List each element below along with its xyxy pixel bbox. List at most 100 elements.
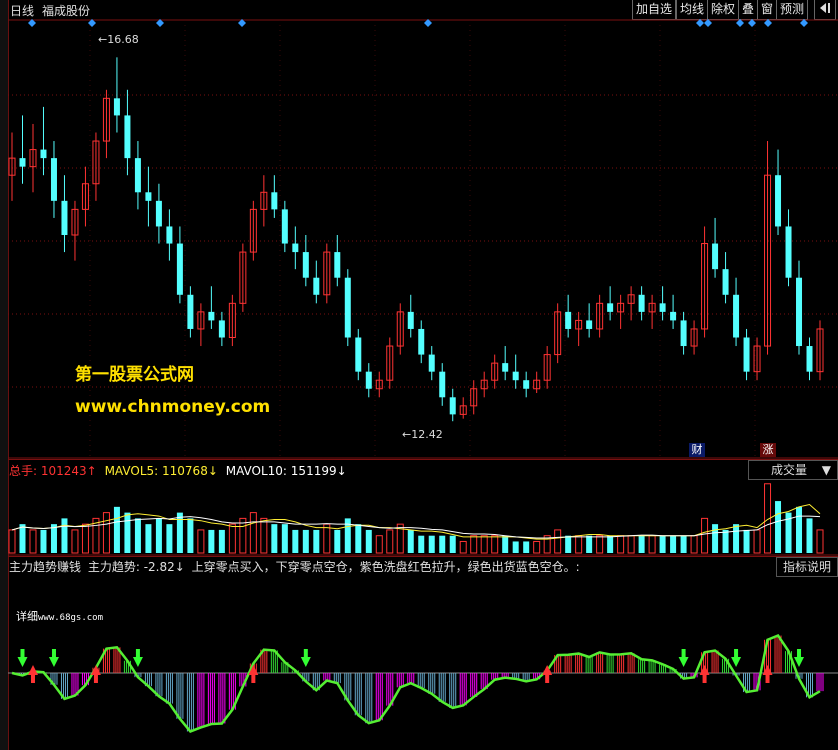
candle-body — [344, 277, 351, 338]
buy-arrow-icon — [251, 675, 256, 683]
volume-bar — [375, 535, 383, 554]
candle-body — [796, 277, 803, 347]
candle-body — [145, 192, 152, 201]
volume-bar — [313, 529, 320, 553]
volume-bar — [554, 529, 562, 554]
trend-label: 主力趋势: — [87, 560, 140, 574]
indicator-dropdown[interactable]: 成交量 ▼ — [748, 460, 838, 480]
mavol10-line — [11, 515, 821, 539]
candle-body — [187, 294, 194, 329]
finance-marker[interactable]: 财 — [689, 443, 705, 457]
volume-bar — [712, 524, 719, 553]
candle-body — [523, 380, 530, 389]
volume-bar — [617, 535, 625, 554]
volume-bar — [439, 535, 446, 553]
volume-bar — [680, 535, 687, 553]
trend-line — [11, 633, 821, 733]
indicator-help-button[interactable]: 指标说明 — [776, 557, 838, 577]
volume-bar — [40, 529, 47, 553]
volume-bar — [449, 535, 456, 553]
volume-bar — [470, 535, 478, 554]
trend-value: -2.82↓ — [143, 560, 185, 574]
candle-body — [638, 294, 645, 312]
watermark-title: 第一股票公式网 — [75, 365, 194, 385]
candle-body — [680, 320, 687, 347]
volume-bar — [208, 529, 215, 553]
volume-header: 总手: 101243↑ MAVOL5: 110768↓ MAVOL10: 151… — [9, 462, 347, 479]
volume-bar — [659, 535, 666, 553]
candle-body — [439, 371, 446, 398]
mavol5-label: MAVOL5: — [104, 464, 159, 478]
volume-bar — [648, 535, 656, 554]
sell-arrow-icon — [678, 657, 689, 667]
volume-bar — [113, 506, 120, 553]
volume-bar — [607, 535, 614, 553]
indicator-header: 主力趋势赚钱 主力趋势: -2.82↓ 上穿零点买入，下穿零点空仓，紫色洗盘红色… — [9, 558, 580, 575]
volume-bar — [638, 535, 645, 553]
left-arrow-icon: ← — [402, 428, 412, 441]
volume-bar — [29, 529, 37, 554]
mavol5-line — [11, 503, 821, 540]
high-price-label: ←16.68 — [98, 33, 139, 46]
volume-bar — [218, 529, 225, 553]
volume-bar — [775, 501, 782, 553]
volume-bar — [491, 535, 499, 554]
volume-bar — [50, 524, 57, 553]
divider — [8, 459, 838, 460]
volume-bar — [701, 517, 709, 554]
volume-bar — [596, 535, 604, 554]
volume-bar — [302, 529, 309, 553]
sell-arrow-icon — [17, 657, 28, 667]
volume-bar — [806, 518, 813, 553]
volume-bar — [134, 518, 141, 553]
volume-bar — [71, 529, 79, 554]
buy-arrow-icon — [765, 675, 770, 683]
candle-body — [355, 337, 362, 372]
candle-body — [271, 192, 278, 210]
buy-arrow-icon — [30, 675, 35, 683]
sell-arrow-icon — [48, 657, 59, 667]
detail-link[interactable]: 详细www.68gs.com — [16, 608, 103, 624]
total-value: 101243↑ — [40, 464, 97, 478]
volume-bar — [480, 535, 488, 554]
volume-bar — [228, 523, 236, 554]
volume-bar — [743, 529, 750, 553]
sell-arrow-icon — [135, 649, 140, 657]
candle-body — [50, 158, 57, 201]
total-label: 总手: — [9, 464, 38, 478]
volume-bar — [753, 529, 761, 554]
watermark-url: www.chnmoney.com — [75, 397, 271, 417]
buy-arrow-icon — [545, 675, 550, 683]
candle-body — [449, 397, 456, 415]
volume-bar — [512, 541, 519, 553]
candle-body — [586, 320, 593, 329]
volume-bar — [523, 541, 530, 553]
volume-bar — [796, 506, 803, 553]
volume-bar — [81, 523, 89, 554]
volume-bar — [428, 535, 435, 553]
rise-marker[interactable]: 涨 — [760, 443, 776, 457]
sell-arrow-icon — [20, 649, 25, 657]
candle-body — [113, 98, 120, 116]
volume-bar — [407, 529, 414, 553]
mavol10-label: MAVOL10: — [225, 464, 287, 478]
candle-body — [176, 243, 183, 295]
candle-body — [334, 252, 341, 278]
mavol5-value: 110768↓ — [162, 464, 218, 478]
volume-bar — [586, 535, 593, 553]
volume-bar — [733, 524, 740, 553]
candle-body — [607, 303, 614, 312]
volume-bar — [239, 517, 247, 554]
indicator-name: 主力趋势赚钱 — [9, 560, 82, 574]
divider — [8, 556, 838, 557]
mavol10-value: 151199↓ — [290, 464, 347, 478]
candle-body — [208, 311, 215, 321]
candle-body — [722, 269, 729, 295]
candle-body — [565, 311, 572, 329]
left-arrow-icon: ← — [98, 33, 108, 46]
volume-bar — [8, 529, 16, 554]
candle-body — [313, 277, 320, 295]
sell-arrow-icon — [731, 657, 742, 667]
candle-body — [155, 200, 162, 227]
candle-body — [124, 115, 131, 159]
